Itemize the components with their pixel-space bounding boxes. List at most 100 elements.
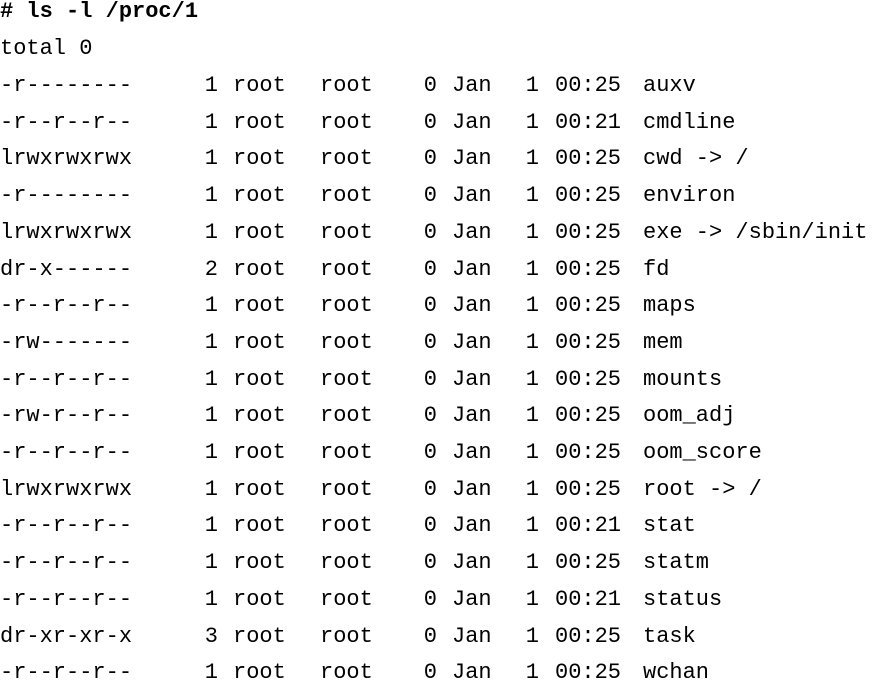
entry-day: 1 — [525, 586, 539, 612]
entry-month: Jan — [452, 219, 492, 245]
entry-owner: root — [233, 293, 286, 319]
entry-group: root — [320, 109, 373, 135]
entry-perm: -rw------- — [0, 329, 133, 355]
command-line: # ls -l /proc/1 — [0, 1, 198, 38]
command-text: ls -l /proc/1 — [26, 0, 199, 24]
entry-perm: dr-x------ — [0, 256, 133, 282]
entry-size: 0 — [423, 366, 437, 392]
entry-owner: root — [233, 366, 286, 392]
entry-day: 1 — [525, 256, 539, 282]
entry-owner: root — [233, 256, 286, 282]
entry-day: 1 — [525, 440, 539, 465]
entry-size: 0 — [423, 403, 437, 429]
entry-links: 1 — [204, 329, 218, 355]
entry-perm: lrwxrwxrwx — [0, 146, 133, 172]
entry-month: Jan — [452, 586, 492, 612]
entry-group: root — [320, 476, 373, 502]
entry-time: 00:21 — [555, 109, 622, 135]
entry-group: root — [320, 293, 373, 319]
entry-owner: root — [233, 146, 286, 172]
entry-perm: -r--r--r-- — [0, 366, 133, 392]
entry-owner: root — [233, 219, 286, 245]
entry-owner: root — [233, 623, 286, 649]
entry-size: 0 — [423, 146, 437, 172]
entry-owner: root — [233, 183, 286, 209]
entry-name: exe -> /sbin/init — [643, 219, 868, 245]
entry-group: root — [320, 660, 373, 686]
entry-name: wchan — [643, 660, 710, 686]
entry-month: Jan — [452, 440, 492, 465]
entry-links: 1 — [204, 219, 218, 245]
entry-time: 00:21 — [555, 513, 622, 539]
entry-time: 00:25 — [555, 183, 622, 209]
entry-owner: root — [233, 660, 286, 686]
entry-owner: root — [233, 513, 286, 539]
entry-owner: root — [233, 109, 286, 135]
entry-name: root -> / — [643, 476, 762, 502]
entry-size: 0 — [423, 183, 437, 209]
entry-month: Jan — [452, 73, 492, 98]
entry-perm: -r--r--r-- — [0, 293, 133, 319]
entry-size: 0 — [423, 586, 437, 612]
entry-links: 2 — [204, 256, 218, 282]
entry-size: 0 — [423, 73, 437, 98]
entry-links: 1 — [204, 403, 218, 429]
entry-size: 0 — [423, 219, 437, 245]
entry-day: 1 — [525, 403, 539, 429]
entry-day: 1 — [525, 219, 539, 245]
entry-perm: -r--r--r-- — [0, 660, 133, 686]
entry-group: root — [320, 329, 373, 355]
entry-time: 00:25 — [555, 623, 622, 649]
entry-month: Jan — [452, 623, 492, 649]
entry-perm: -r-------- — [0, 73, 133, 98]
entry-group: root — [320, 586, 373, 612]
entry-name: cwd -> / — [643, 146, 749, 172]
entry-owner: root — [233, 440, 286, 465]
entry-time: 00:25 — [555, 403, 622, 429]
entry-perm: -r--r--r-- — [0, 109, 133, 135]
entry-name: status — [643, 586, 723, 612]
entry-size: 0 — [423, 476, 437, 502]
entry-perm: lrwxrwxrwx — [0, 476, 133, 502]
entry-perm: lrwxrwxrwx — [0, 219, 133, 245]
entry-month: Jan — [452, 476, 492, 502]
entry-links: 1 — [204, 109, 218, 135]
entry-owner: root — [233, 550, 286, 576]
entry-group: root — [320, 73, 373, 98]
entry-name: statm — [643, 550, 710, 576]
entry-links: 1 — [204, 73, 218, 98]
entry-links: 1 — [204, 660, 218, 686]
entry-name: fd — [643, 256, 670, 282]
entry-time: 00:25 — [555, 440, 622, 465]
entry-links: 1 — [204, 183, 218, 209]
entry-day: 1 — [525, 550, 539, 576]
entry-links: 1 — [204, 146, 218, 172]
entry-perm: -r--r--r-- — [0, 440, 133, 465]
entry-name: task — [643, 623, 696, 649]
entry-month: Jan — [452, 183, 492, 209]
entry-links: 1 — [204, 513, 218, 539]
entry-day: 1 — [525, 183, 539, 209]
entry-links: 1 — [204, 366, 218, 392]
entry-name: environ — [643, 183, 736, 209]
entry-size: 0 — [423, 256, 437, 282]
entry-size: 0 — [423, 293, 437, 319]
entry-time: 00:25 — [555, 550, 622, 576]
entry-owner: root — [233, 476, 286, 502]
entry-month: Jan — [452, 513, 492, 539]
entry-links: 1 — [204, 476, 218, 502]
entry-month: Jan — [452, 109, 492, 135]
shell-prompt: # — [0, 0, 27, 24]
entry-group: root — [320, 146, 373, 172]
entry-time: 00:21 — [555, 586, 622, 612]
entry-time: 00:25 — [555, 329, 622, 355]
entry-size: 0 — [423, 329, 437, 355]
entry-day: 1 — [525, 73, 539, 98]
total-line: total 0 — [0, 36, 93, 61]
entry-day: 1 — [525, 293, 539, 319]
entry-group: root — [320, 366, 373, 392]
entry-name: cmdline — [643, 109, 736, 135]
entry-month: Jan — [452, 366, 492, 392]
entry-size: 0 — [423, 623, 437, 649]
entry-perm: -r--r--r-- — [0, 513, 133, 539]
